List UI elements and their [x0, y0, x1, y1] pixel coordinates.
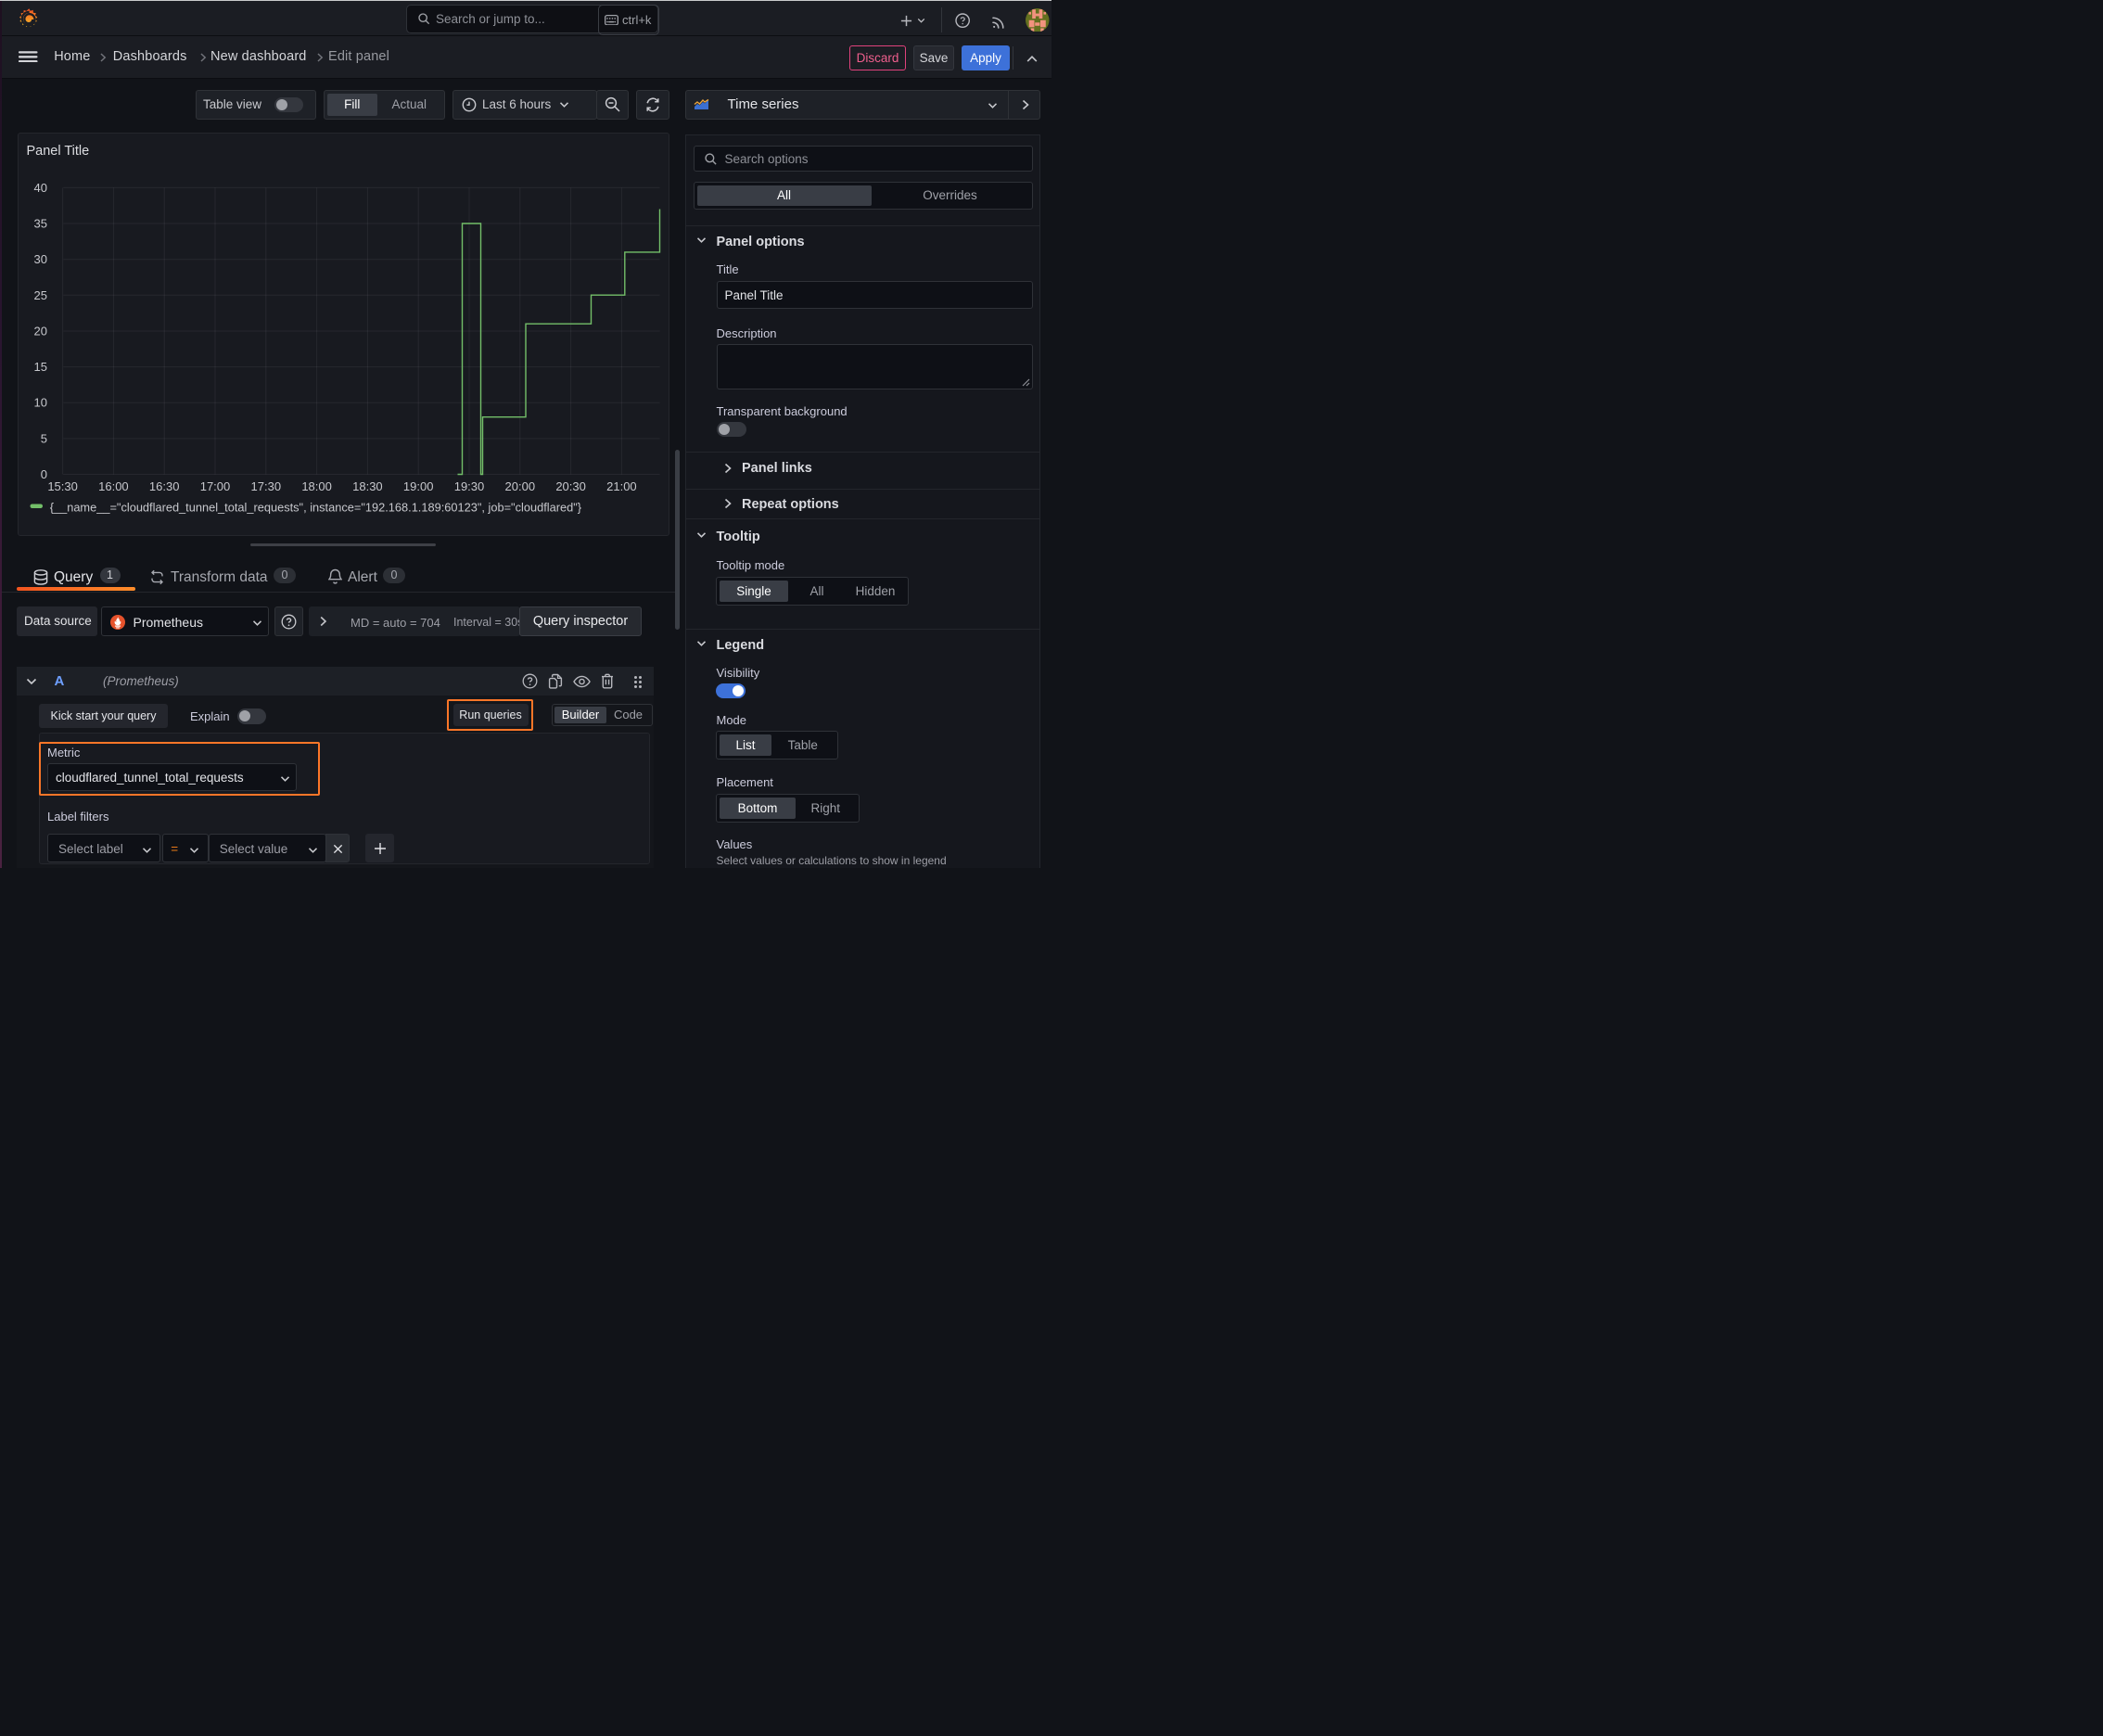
- svg-text:21:00: 21:00: [606, 479, 637, 493]
- svg-text:20:00: 20:00: [504, 479, 535, 493]
- svg-text:18:00: 18:00: [301, 479, 332, 493]
- svg-text:19:30: 19:30: [453, 479, 484, 493]
- svg-text:17:30: 17:30: [250, 479, 281, 493]
- svg-text:16:30: 16:30: [148, 479, 179, 493]
- svg-text:17:00: 17:00: [199, 479, 230, 493]
- svg-text:18:30: 18:30: [352, 479, 383, 493]
- svg-text:5: 5: [40, 431, 46, 445]
- svg-text:10: 10: [33, 396, 46, 410]
- svg-text:0: 0: [40, 467, 46, 481]
- svg-text:40: 40: [33, 181, 46, 195]
- svg-text:35: 35: [33, 217, 46, 231]
- svg-text:30: 30: [33, 252, 46, 266]
- svg-text:20: 20: [33, 325, 46, 338]
- svg-text:20:30: 20:30: [555, 479, 586, 493]
- svg-text:15: 15: [33, 360, 46, 374]
- svg-text:16:00: 16:00: [98, 479, 129, 493]
- svg-text:15:30: 15:30: [47, 479, 78, 493]
- svg-text:25: 25: [33, 288, 46, 302]
- svg-text:{__name__="cloudflared_tunnel_: {__name__="cloudflared_tunnel_total_requ…: [49, 501, 581, 515]
- svg-text:19:00: 19:00: [402, 479, 433, 493]
